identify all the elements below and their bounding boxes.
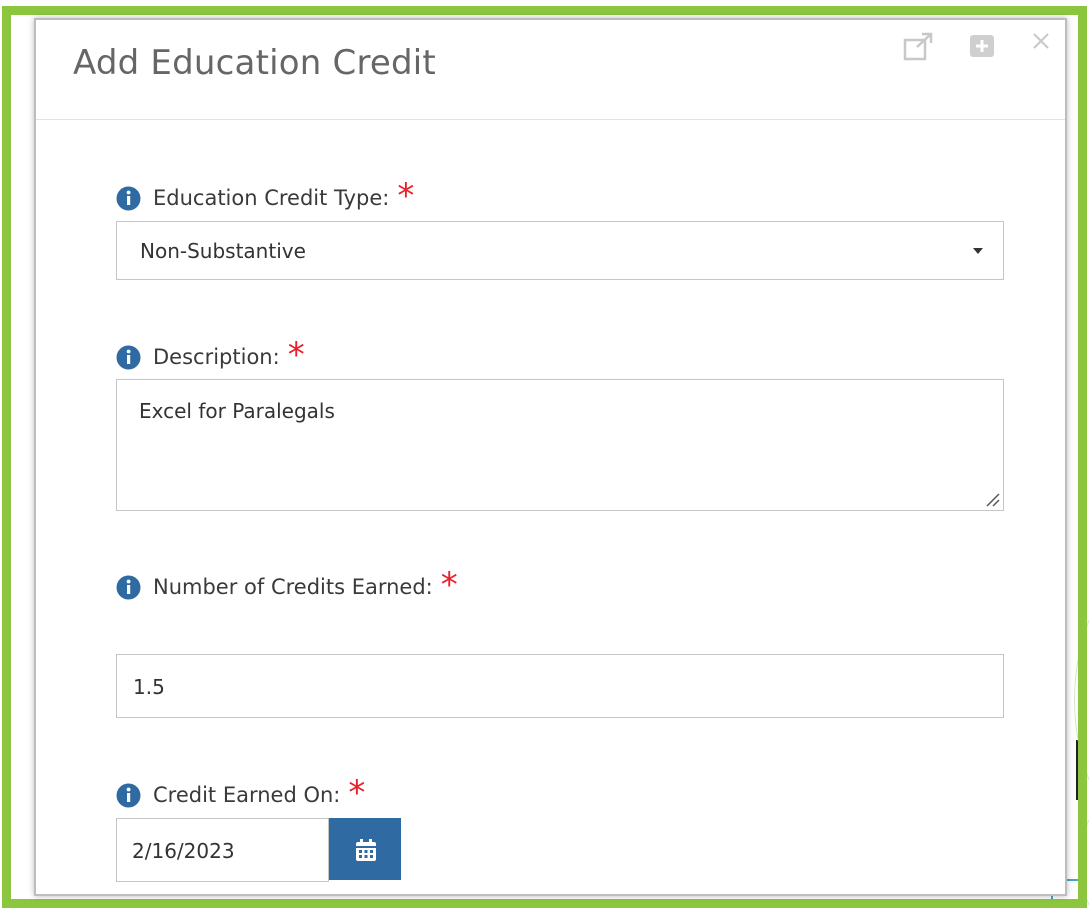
info-icon[interactable]	[116, 575, 141, 600]
description-label-row: Description: *	[116, 338, 305, 372]
credits-earned-value: 1.5	[133, 675, 165, 699]
credit-type-label: Education Credit Type:	[153, 186, 390, 210]
calendar-icon	[356, 839, 376, 861]
resize-handle-icon[interactable]	[982, 489, 1000, 507]
earned-on-date-value: 2/16/2023	[132, 839, 235, 863]
required-marker: *	[348, 773, 366, 813]
credit-type-label-row: Education Credit Type: *	[116, 179, 414, 213]
chevron-down-icon	[973, 248, 983, 254]
add-education-credit-dialog: Add Education Credit Education Credit Ty…	[34, 18, 1067, 896]
info-icon[interactable]	[116, 186, 141, 211]
earned-on-label-row: Credit Earned On: *	[116, 776, 365, 810]
external-link-icon[interactable]	[902, 32, 936, 62]
plus-square-icon[interactable]	[969, 32, 995, 58]
dialog-title: Add Education Credit	[73, 43, 436, 83]
credits-earned-label-row: Number of Credits Earned: *	[116, 568, 458, 602]
dialog-header: Add Education Credit	[36, 20, 1065, 120]
earned-on-date-input[interactable]: 2/16/2023	[116, 818, 329, 882]
earned-on-label: Credit Earned On:	[153, 783, 341, 807]
required-marker: *	[440, 565, 458, 605]
credit-type-select[interactable]: Non-Substantive	[116, 221, 1004, 280]
required-marker: *	[287, 335, 305, 375]
description-value: Excel for Paralegals	[139, 399, 335, 423]
info-icon[interactable]	[116, 345, 141, 370]
credits-earned-input[interactable]: 1.5	[116, 654, 1004, 718]
close-icon[interactable]	[1030, 30, 1052, 52]
credit-type-selected-value: Non-Substantive	[140, 239, 306, 263]
credits-earned-label: Number of Credits Earned:	[153, 575, 433, 599]
description-textarea[interactable]: Excel for Paralegals	[116, 379, 1004, 511]
description-label: Description:	[153, 345, 280, 369]
required-marker: *	[397, 176, 415, 216]
info-icon[interactable]	[116, 783, 141, 808]
date-picker-button[interactable]	[329, 818, 401, 880]
